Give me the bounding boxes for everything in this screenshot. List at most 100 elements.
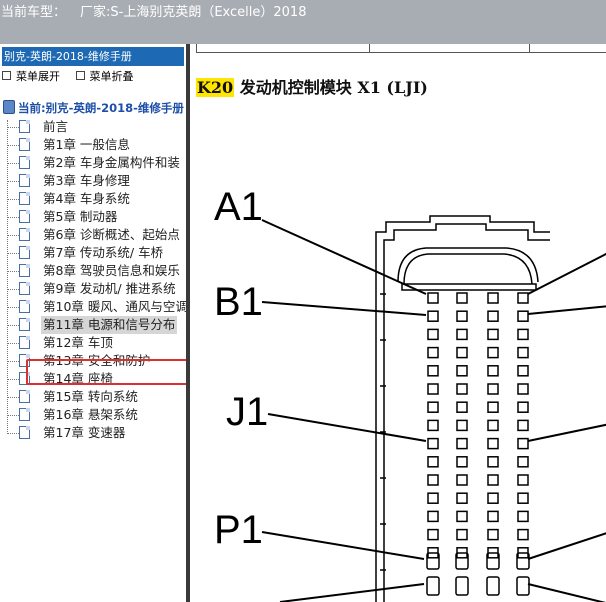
connector-pin [427,310,439,322]
connector-pin [427,456,439,468]
document-icon [19,408,30,421]
tree-item-chapter[interactable]: 第12章 车顶 [7,334,186,352]
vehicle-label: 当前车型： [1,5,67,20]
connector-pin [427,528,439,541]
connector-pin [427,474,439,486]
housing-inner-outline [383,223,550,602]
tree-item-label: 第12章 车顶 [43,335,113,350]
connector-pin [456,437,468,450]
connector-pin [517,310,529,322]
leader-line-j1 [267,413,427,442]
tree-item-chapter[interactable]: 第17章 变速器 [7,424,186,442]
connector-pin [487,401,499,413]
tree-item-chapter[interactable]: 第15章 转向系统 [7,388,186,406]
connector-pin [517,437,529,450]
housing-outline [375,215,550,602]
connector-pin [456,419,468,432]
connector-pin [427,492,439,504]
connector-pin [487,292,499,304]
connector-pin [456,383,468,395]
leader-line-a1 [261,219,427,295]
connector-pin [427,419,439,432]
connector-pin [487,383,499,395]
connector-pin [487,492,499,504]
tree-item-label: 第16章 悬架系统 [43,407,138,422]
component-code: K20 [196,78,235,97]
tree-item-chapter[interactable]: 第1章 一般信息 [7,136,186,154]
leader-line-p1 [261,531,425,560]
document-icon [19,426,30,439]
connector-pin [487,528,499,541]
connector-diagram [261,215,606,602]
connector-pin [487,328,499,341]
connector-pin-large [516,576,530,596]
connector-pin [487,419,499,432]
tree-item-label: 第9章 发动机/ 推进系统 [43,281,176,296]
connector-pin [456,492,468,504]
document-icon [19,192,30,205]
leader-line-bottom [279,583,425,602]
component-title: 发动机控制模块 X1 (LJI) [234,78,428,97]
connector-pin-large [486,552,500,570]
tree-item-label: 第1章 一般信息 [43,137,130,152]
tree-item-chapter[interactable]: 第2章 车身金属构件和装 [7,154,186,172]
book-icon [3,100,15,114]
latch-outline [397,247,539,283]
table-fragment [196,44,606,53]
leader-line-right [527,532,606,560]
connector-pin [456,346,468,359]
tree-item-chapter[interactable]: 第9章 发动机/ 推进系统 [7,280,186,298]
connector-pin-large [455,576,469,596]
tree-item-chapter[interactable]: 第8章 驾驶员信息和娱乐 [7,262,186,280]
connector-pin [487,365,499,377]
document-icon [19,174,30,187]
expand-menu-button[interactable]: 菜单展开 [2,68,60,84]
connector-pin [487,456,499,468]
tree-item-label: 第3章 车身修理 [43,173,130,188]
collapse-icon [75,71,85,80]
connector-pin [427,437,439,450]
tree-item-chapter[interactable]: 第10章 暖风、通风与空调 [7,298,186,316]
document-icon [19,210,30,223]
manual-header: 别克-英朗-2018-维修手册 [2,47,184,66]
collapse-menu-button[interactable]: 菜单折叠 [75,68,134,84]
document-icon [19,156,30,169]
document-icon [19,300,30,313]
tree-item-label: 第4章 车身系统 [43,191,130,206]
connector-pin [456,474,468,486]
page-title: K20 发动机控制模块 X1 (LJI) [196,74,428,98]
tree-item-chapter[interactable]: 第16章 悬架系统 [7,406,186,424]
connector-pin [517,365,529,377]
connector-pin [427,292,439,304]
latch-inner-outline [403,253,533,285]
tree-item-chapter[interactable]: 前言 [7,118,186,136]
selection-highlight-box [26,359,186,385]
pin-leader-lines [261,219,606,602]
connector-pin [456,292,468,304]
tree-item-label: 第7章 传动系统/ 车桥 [43,245,164,260]
tree-item-chapter[interactable]: 第7章 传动系统/ 车桥 [7,244,186,262]
connector-pin [487,310,499,322]
tree-item-chapter[interactable]: 第4章 车身系统 [7,190,186,208]
connector-pin [517,383,529,395]
connector-pin [456,528,468,541]
document-icon [19,390,30,403]
menu-bar: 菜单展开 菜单折叠 [2,68,146,84]
connector-pin-large [426,576,440,596]
connector-pin [427,383,439,395]
tree-item-label: 第11章 电源和信号分布 [41,316,178,334]
tree-item-chapter[interactable]: 第6章 诊断概述、起始点 [7,226,186,244]
vehicle-value: 厂家:S-上海别克英朗（Excelle）2018 [80,5,307,20]
connector-pin [517,419,529,432]
connector-pin [456,310,468,322]
tree-item-chapter[interactable]: 第3章 车身修理 [7,172,186,190]
tree-root[interactable]: 当前:别克-英朗-2018-维修手册 [3,100,184,116]
tree-item-label: 第10章 暖风、通风与空调 [43,299,186,314]
leader-line-b1 [261,301,427,316]
connector-pin [517,292,529,304]
leader-line-right [527,252,606,295]
connector-pin [456,365,468,377]
tree-item-chapter[interactable]: 第11章 电源和信号分布 [7,316,186,334]
document-icon [19,246,30,259]
tree-item-chapter[interactable]: 第5章 制动器 [7,208,186,226]
